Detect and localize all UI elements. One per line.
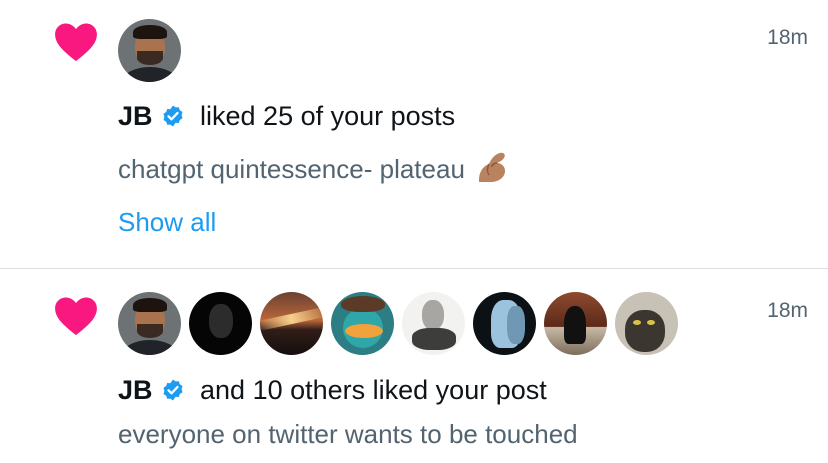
username-link[interactable]: JB <box>118 375 153 405</box>
post-snippet[interactable]: chatgpt quintessence- plateau <box>118 150 511 185</box>
show-all-link[interactable]: Show all <box>118 207 216 238</box>
avatar-row <box>118 292 678 355</box>
action-text: and 10 others liked your post <box>192 375 547 405</box>
avatar[interactable] <box>189 292 252 355</box>
avatar[interactable] <box>331 292 394 355</box>
avatar[interactable] <box>118 19 181 82</box>
avatar[interactable] <box>260 292 323 355</box>
timestamp: 18m <box>767 299 808 322</box>
notification-item[interactable]: 18m JB and 10 others liked your post eve… <box>0 269 828 463</box>
pinched-fingers-emoji-icon <box>478 152 505 182</box>
avatar-row <box>118 19 181 82</box>
avatar[interactable] <box>118 292 181 355</box>
verified-badge-icon <box>163 105 183 127</box>
timestamp: 18m <box>767 26 808 49</box>
post-snippet-text: chatgpt quintessence- plateau <box>118 154 465 184</box>
heart-icon <box>55 23 97 62</box>
avatar[interactable] <box>615 292 678 355</box>
notification-headline: JB liked 25 of your posts <box>118 100 455 132</box>
post-snippet[interactable]: everyone on twitter wants to be touched <box>118 419 578 450</box>
notification-item[interactable]: 18m JB liked 25 of your posts chatgpt qu… <box>0 0 828 268</box>
action-text: liked 25 of your posts <box>192 101 456 131</box>
username-link[interactable]: JB <box>118 101 153 131</box>
verified-badge-icon <box>163 379 183 401</box>
heart-icon <box>55 297 97 336</box>
avatar[interactable] <box>473 292 536 355</box>
avatar[interactable] <box>544 292 607 355</box>
avatar[interactable] <box>402 292 465 355</box>
notification-headline: JB and 10 others liked your post <box>118 374 547 406</box>
post-snippet-text: everyone on twitter wants to be touched <box>118 419 578 449</box>
